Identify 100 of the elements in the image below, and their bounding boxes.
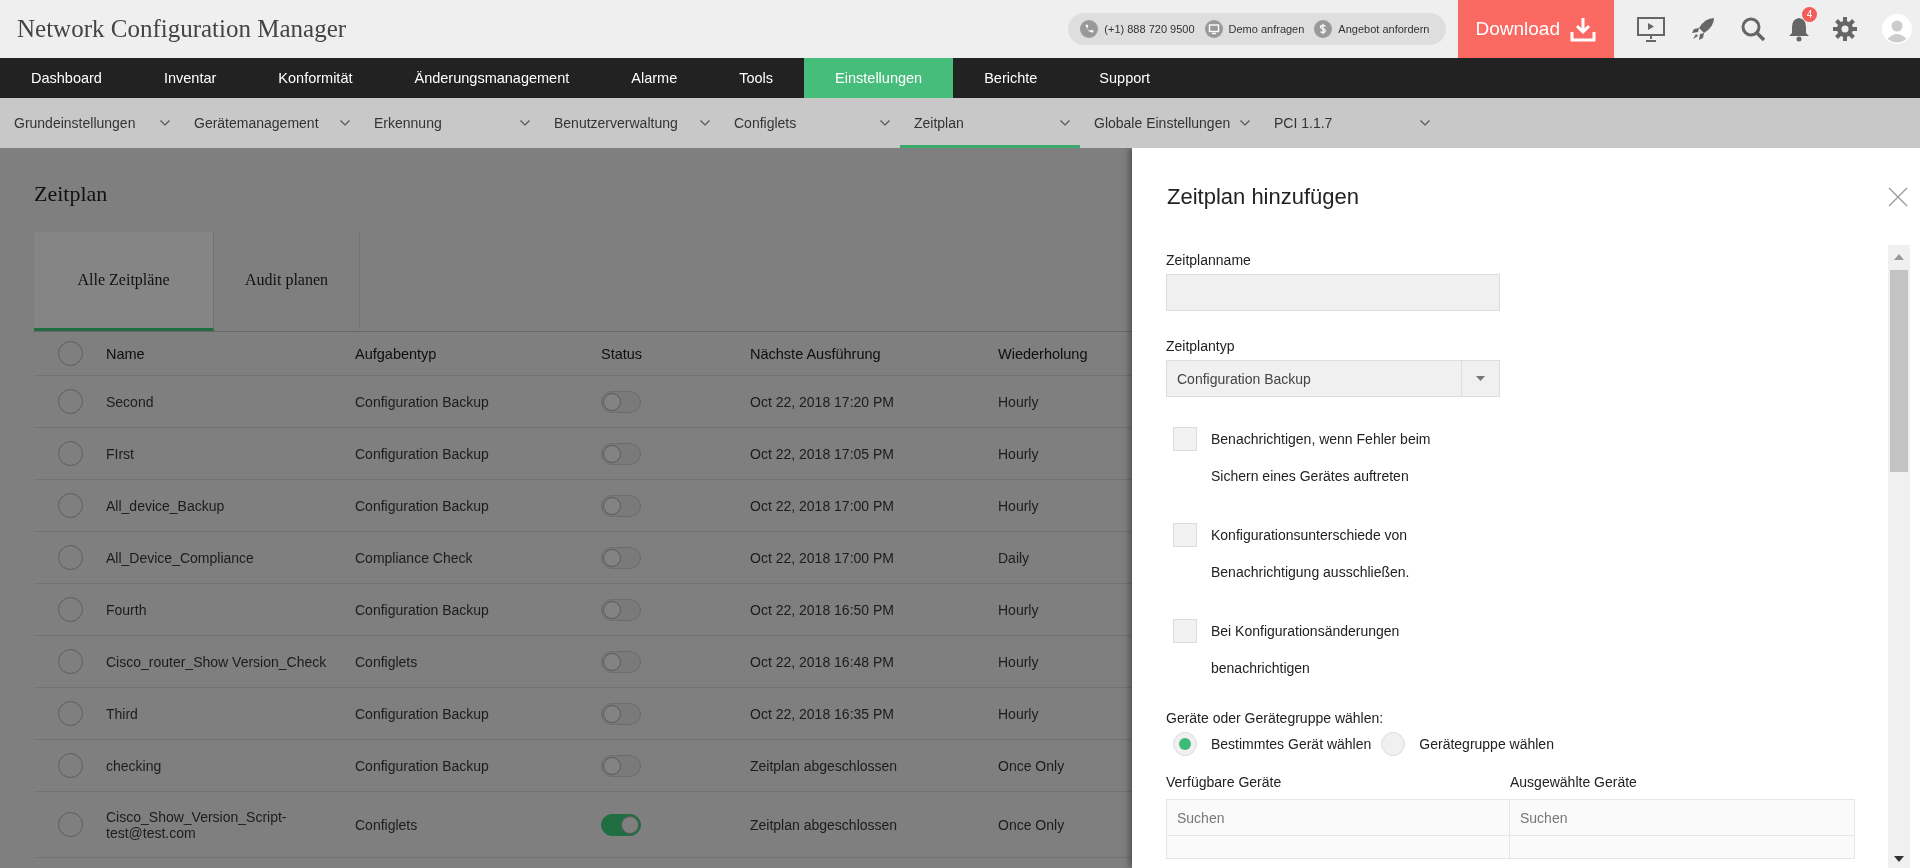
row-checkbox[interactable] — [57, 441, 83, 466]
phone-icon — [1080, 20, 1099, 38]
row-checkbox[interactable] — [57, 493, 83, 518]
rocket-icon[interactable] — [1690, 16, 1716, 42]
subnav-tab[interactable]: Erkennung — [360, 98, 540, 148]
table-cell: Oct 22, 2018 16:48 PM — [750, 653, 894, 670]
subnav-tab[interactable]: Benutzerverwaltung — [540, 98, 720, 148]
avatar-icon[interactable] — [1882, 14, 1912, 44]
settings-icon[interactable] — [1832, 16, 1858, 42]
nav-tab[interactable]: Support — [1068, 58, 1182, 98]
dropdown[interactable]: Configuration Backup — [1166, 360, 1500, 397]
row-checkbox[interactable] — [57, 753, 83, 778]
tab[interactable]: Alle Zeitpläne — [34, 232, 214, 331]
chevron-down-icon — [1240, 120, 1250, 126]
chevron-down-icon — [880, 120, 890, 126]
radio-label: Bestimmtes Gerät wählen — [1211, 736, 1372, 752]
row-checkbox[interactable] — [57, 701, 83, 726]
scroll-up-icon[interactable] — [1894, 254, 1904, 260]
search-field[interactable]: Suchen — [1510, 799, 1855, 836]
table-cell: Configuration Backup — [355, 601, 489, 618]
table-cell: Daily — [998, 549, 1030, 566]
checkbox-label: Konfigurationsunterschiede von Benachrichtigung ausschließen. — [1211, 526, 1410, 582]
table-cell: Configuration Backup — [355, 705, 489, 722]
status-toggle[interactable] — [601, 702, 641, 725]
list-title: Verfügbare Geräte — [1166, 774, 1282, 790]
table-cell: Oct 22, 2018 16:35 PM — [750, 705, 894, 722]
row-checkbox[interactable] — [57, 597, 83, 622]
row-checkbox[interactable] — [57, 812, 83, 837]
nav-tab[interactable]: Inventar — [132, 58, 248, 98]
notification-badge: 4 — [1802, 7, 1817, 22]
radio-button[interactable] — [1173, 732, 1197, 756]
table-cell: Zeitplan abgeschlossen — [750, 757, 898, 774]
nav-tab[interactable]: Dashboard — [0, 58, 133, 98]
table-cell: Oct 22, 2018 17:05 PM — [750, 445, 894, 462]
page-title: Zeitplan — [34, 181, 109, 208]
nav-tab[interactable]: Alarme — [600, 58, 709, 98]
dollar-icon — [1314, 20, 1333, 38]
chevron-down-icon — [1060, 120, 1070, 126]
status-toggle[interactable] — [601, 546, 641, 569]
row-checkbox[interactable] — [57, 389, 83, 414]
column-header: Aufgabentyp — [355, 345, 437, 362]
table-cell: Configuration Backup — [355, 757, 489, 774]
chevron-down-icon — [160, 120, 170, 126]
search-field[interactable]: Suchen — [1166, 799, 1510, 836]
chevron-down-icon — [1420, 120, 1430, 126]
table-cell: Configlets — [355, 816, 418, 833]
column-header: Name — [106, 345, 145, 362]
list-title: Ausgewählte Geräte — [1510, 774, 1637, 790]
table-cell: Oct 22, 2018 17:00 PM — [750, 497, 894, 514]
field-label: Zeitplanname — [1166, 252, 1251, 268]
tab[interactable]: Audit planen — [214, 232, 360, 331]
phone-number: (+1) 888 720 9500 — [1104, 23, 1195, 35]
quote-link[interactable]: Angebot anfordern — [1338, 23, 1430, 35]
table-cell: Cisco_router_Show Version_Check — [106, 653, 327, 670]
status-toggle[interactable] — [601, 754, 641, 777]
table-cell: Third — [106, 705, 138, 722]
status-toggle[interactable] — [601, 390, 641, 413]
scrollbar[interactable] — [1888, 245, 1910, 868]
checkbox[interactable] — [1173, 523, 1197, 547]
checkbox[interactable] — [1173, 619, 1197, 643]
row-checkbox[interactable] — [57, 545, 83, 570]
presentation-icon[interactable] — [1636, 15, 1666, 43]
scroll-down-icon[interactable] — [1894, 856, 1904, 862]
table-cell: Hourly — [998, 601, 1039, 618]
nav-tab[interactable]: Änderungsmanagement — [383, 58, 601, 98]
subnav-tab[interactable]: Configlets — [720, 98, 900, 148]
status-toggle[interactable] — [601, 650, 641, 673]
subnav-tab[interactable]: Grundeinstellungen — [0, 98, 180, 148]
select-all-checkbox[interactable] — [57, 341, 83, 366]
subnav-tab[interactable]: Globale Einstellungen — [1080, 98, 1260, 148]
search-icon[interactable] — [1740, 16, 1766, 42]
row-checkbox[interactable] — [57, 649, 83, 674]
close-icon[interactable] — [1888, 186, 1908, 207]
nav-tab[interactable]: Tools — [708, 58, 805, 98]
subnav-tab[interactable]: Gerätemanagement — [180, 98, 360, 148]
demo-link[interactable]: Demo anfragen — [1228, 23, 1305, 35]
monitor-icon — [1204, 20, 1223, 38]
input-field[interactable] — [1166, 274, 1500, 311]
checkbox[interactable] — [1173, 427, 1197, 451]
field-label: Geräte oder Gerätegruppe wählen: — [1166, 710, 1384, 726]
table-cell: checking — [106, 757, 162, 774]
checkbox-label: Benachrichtigen, wenn Fehler beim Sichern eines Gerätes auftreten — [1211, 430, 1431, 486]
table-cell: Hourly — [998, 393, 1039, 410]
subnav-tab[interactable]: PCI 1.1.7 — [1260, 98, 1440, 148]
table-cell: Oct 22, 2018 17:20 PM — [750, 393, 894, 410]
table-cell: Hourly — [998, 705, 1039, 722]
nav-tab[interactable]: Berichte — [953, 58, 1069, 98]
app-title: Network Configuration Manager — [17, 15, 348, 43]
status-toggle[interactable] — [601, 598, 641, 621]
radio-button[interactable] — [1381, 732, 1406, 756]
panel-title: Zeitplan hinzufügen — [1167, 183, 1361, 210]
status-toggle[interactable] — [601, 442, 641, 465]
nav-tab[interactable]: Konformität — [247, 58, 384, 98]
status-toggle[interactable] — [601, 494, 641, 517]
table-cell: Hourly — [998, 445, 1039, 462]
bell-icon[interactable] — [1788, 16, 1810, 42]
table-cell: Cisco_Show_Version_Script-test@test.com — [106, 808, 287, 841]
status-toggle[interactable] — [601, 813, 641, 836]
table-cell: Hourly — [998, 497, 1039, 514]
table-cell: All_Device_Compliance — [106, 549, 254, 566]
